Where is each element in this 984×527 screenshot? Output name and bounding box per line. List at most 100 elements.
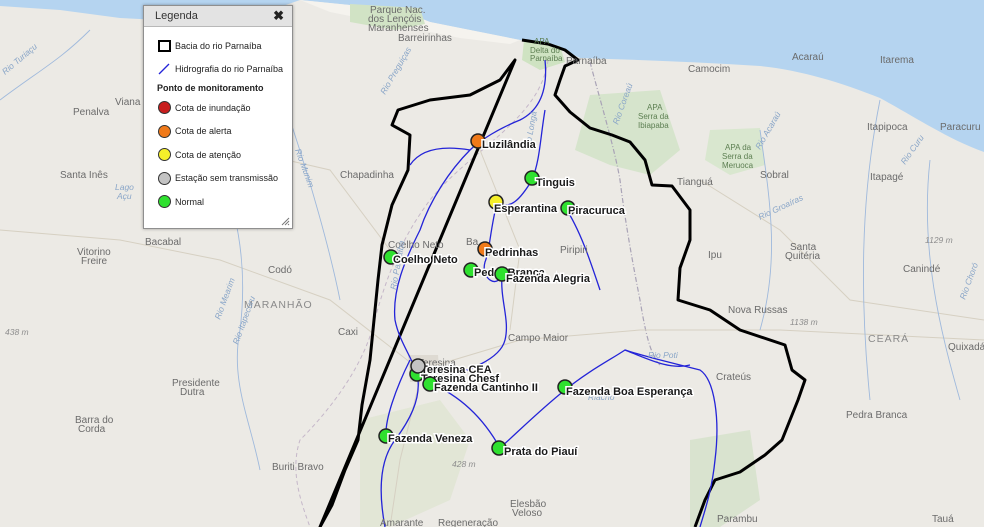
legend-section-title: Ponto de monitoramento	[157, 83, 264, 93]
close-icon[interactable]: ✖	[273, 8, 284, 24]
svg-text:Nova Russas: Nova Russas	[728, 305, 787, 316]
svg-text:Prata do Piauí: Prata do Piauí	[504, 446, 578, 458]
svg-text:Rio Curu: Rio Curu	[898, 133, 926, 166]
status-dot-icon	[157, 124, 171, 138]
river-line-symbol-icon	[157, 63, 171, 75]
svg-text:Tianguá: Tianguá	[677, 177, 713, 188]
svg-text:Campo Maior: Campo Maior	[508, 333, 569, 344]
legend-item-status: Cota de atenção	[157, 148, 292, 161]
legend-item-label: Bacia do rio Parnaíba	[175, 40, 262, 51]
svg-text:428 m: 428 m	[452, 459, 476, 469]
svg-text:Acaraú: Acaraú	[792, 52, 824, 63]
svg-text:Ba: Ba	[466, 237, 479, 248]
svg-text:Viana: Viana	[115, 97, 141, 108]
svg-text:438 m: 438 m	[5, 327, 29, 337]
svg-text:Serra da: Serra da	[638, 112, 669, 121]
resize-handle-icon[interactable]	[281, 217, 290, 226]
svg-text:Açu: Açu	[116, 191, 132, 201]
svg-text:Codó: Codó	[268, 265, 292, 276]
svg-text:Chapadinha: Chapadinha	[340, 170, 394, 181]
svg-text:Itapipoca: Itapipoca	[867, 122, 908, 133]
legend-item-label: Estação sem transmissão	[175, 173, 279, 183]
svg-text:Serra da: Serra da	[722, 152, 753, 161]
svg-text:Barreirinhas: Barreirinhas	[398, 33, 452, 44]
legend-item-status: Cota de inundação	[157, 101, 292, 114]
station-esperantina[interactable]: Esperantina	[488, 194, 559, 217]
svg-text:APA da: APA da	[725, 143, 752, 152]
legend-title: Legenda	[155, 10, 198, 22]
svg-text:Buriti Bravo: Buriti Bravo	[272, 462, 324, 473]
svg-text:Tinguis: Tinguis	[536, 177, 575, 189]
status-dot-icon	[157, 101, 171, 114]
svg-text:Fazenda Boa Esperança: Fazenda Boa Esperança	[566, 386, 693, 398]
status-dot-icon	[157, 148, 171, 161]
legend-item-label: Normal	[175, 196, 205, 207]
station-marker	[410, 358, 426, 374]
svg-text:1129 m: 1129 m	[925, 235, 953, 245]
legend-item-label: Hidrografia do rio Parnaíba	[175, 64, 284, 74]
station-prata-do-piaui[interactable]: Prata do Piauí	[491, 440, 580, 460]
svg-text:APA: APA	[534, 37, 550, 46]
svg-text:Veloso: Veloso	[512, 508, 542, 519]
svg-text:Esperantina: Esperantina	[494, 203, 558, 215]
status-dot-icon	[157, 171, 171, 185]
legend-item-hydrography: Hidrografia do rio Parnaíba	[157, 63, 292, 76]
svg-text:Ibiapaba: Ibiapaba	[638, 121, 669, 130]
svg-text:Piripiri: Piripiri	[560, 245, 588, 256]
station-coelho-neto[interactable]: Coelho Neto	[383, 249, 460, 268]
svg-text:Freire: Freire	[81, 256, 108, 267]
svg-text:Quitéria: Quitéria	[785, 251, 820, 262]
legend-item-label: Cota de atenção	[175, 149, 242, 160]
svg-text:Sobral: Sobral	[760, 170, 789, 181]
svg-text:APA: APA	[647, 103, 663, 112]
svg-text:Regeneração: Regeneração	[438, 518, 498, 527]
svg-text:Amarante: Amarante	[380, 518, 424, 527]
legend-item-label: Cota de inundação	[175, 102, 251, 113]
svg-text:Quixadá: Quixadá	[948, 342, 984, 353]
svg-text:Meruoca: Meruoca	[722, 161, 754, 170]
svg-text:Rio Turiaçu: Rio Turiaçu	[0, 41, 39, 76]
legend-item-label: Cota de alerta	[175, 126, 232, 136]
station-tinguis[interactable]: Tinguis	[524, 170, 576, 191]
station-fazenda-boa-esperanca[interactable]: Fazenda Boa Esperança	[557, 379, 695, 400]
svg-text:Ipu: Ipu	[708, 250, 722, 261]
station-piracuruca[interactable]: Piracuruca	[560, 200, 627, 219]
svg-text:Itarema: Itarema	[880, 55, 914, 66]
svg-text:Tauá: Tauá	[932, 514, 954, 525]
basin-boundary-symbol-icon	[157, 39, 171, 52]
status-dot-icon	[157, 195, 171, 208]
svg-text:Caxi: Caxi	[338, 327, 358, 338]
svg-text:Rio Mearim: Rio Mearim	[212, 276, 236, 320]
svg-text:Rio Preguiças: Rio Preguiças	[378, 45, 413, 96]
svg-text:Dutra: Dutra	[180, 387, 205, 398]
svg-text:Parambu: Parambu	[717, 514, 758, 525]
svg-text:Parnaíba: Parnaíba	[530, 54, 563, 63]
svg-text:Rio Munim: Rio Munim	[293, 147, 316, 189]
station-pedrinhas[interactable]: Pedrinhas	[477, 241, 540, 261]
svg-text:CEARÁ: CEARÁ	[868, 332, 909, 345]
svg-text:Paracuru: Paracuru	[940, 122, 981, 133]
svg-text:Itapagé: Itapagé	[870, 172, 904, 183]
svg-text:Penalva: Penalva	[73, 107, 110, 118]
legend-body: Bacia do rio Parnaíba Hidrografia do rio…	[144, 27, 292, 208]
legend-item-status: Cota de alerta	[157, 124, 292, 138]
svg-text:Pedra Branca: Pedra Branca	[846, 410, 908, 421]
svg-text:Pedrinhas: Pedrinhas	[485, 247, 538, 259]
svg-text:Crateús: Crateús	[716, 372, 751, 383]
svg-text:Canindé: Canindé	[903, 264, 941, 275]
legend-panel[interactable]: Legenda ✖ Bacia do rio Parnaíba Hidrogra…	[143, 5, 293, 229]
svg-text:Santa Inês: Santa Inês	[60, 170, 108, 181]
svg-text:1138 m: 1138 m	[790, 317, 818, 327]
svg-text:Camocim: Camocim	[688, 64, 730, 75]
svg-text:Fazenda Alegria: Fazenda Alegria	[506, 273, 591, 285]
legend-header[interactable]: Legenda ✖	[144, 6, 292, 27]
svg-text:Rio Choró: Rio Choró	[957, 261, 980, 301]
svg-text:Fazenda Cantinho II: Fazenda Cantinho II	[434, 382, 538, 394]
legend-item-status: Estação sem transmissão	[157, 171, 292, 185]
svg-text:Parnaíba: Parnaíba	[566, 56, 607, 67]
svg-text:Piracuruca: Piracuruca	[568, 205, 626, 217]
svg-text:Coelho Neto: Coelho Neto	[393, 254, 458, 266]
svg-text:Rio Groaíras: Rio Groaíras	[757, 192, 806, 222]
svg-text:Fazenda Veneza: Fazenda Veneza	[388, 433, 473, 445]
legend-item-basin: Bacia do rio Parnaíba	[157, 39, 292, 52]
